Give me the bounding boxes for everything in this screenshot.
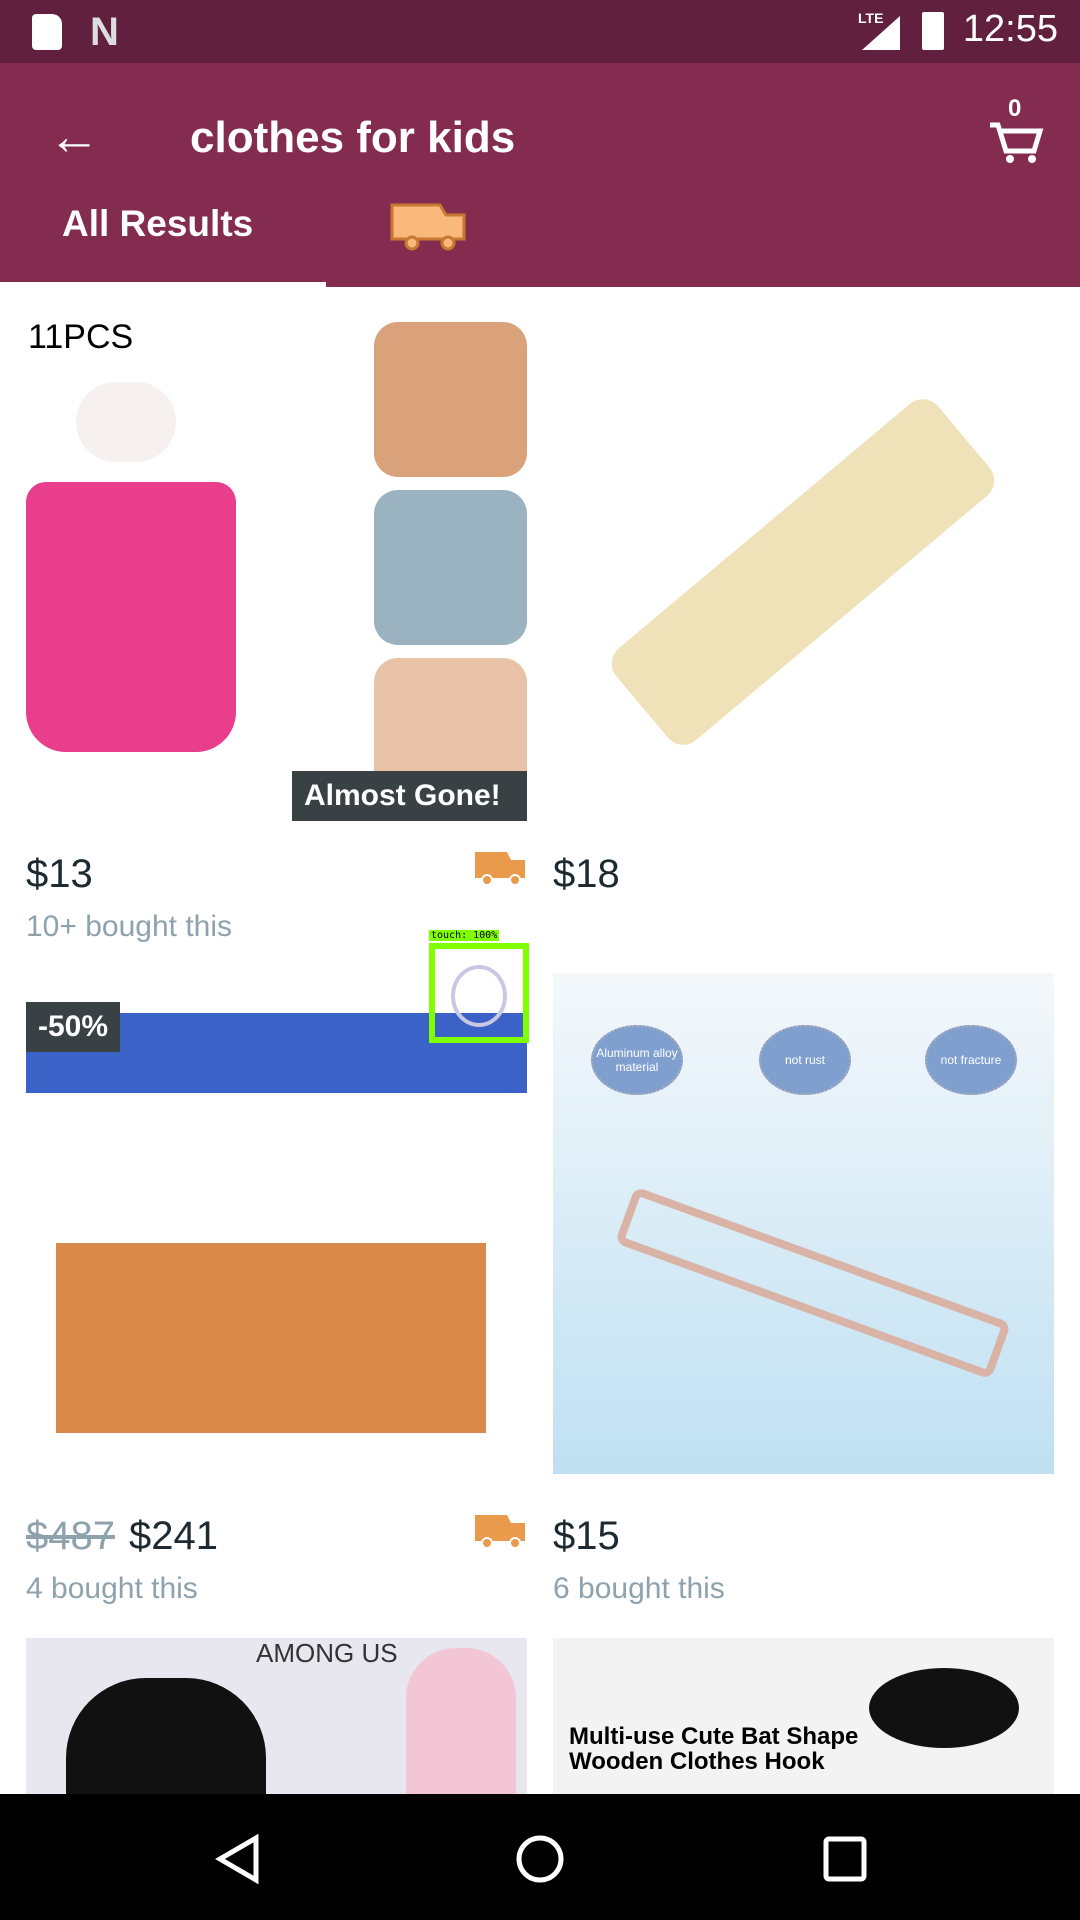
product-price: $18 (553, 852, 620, 896)
fast-shipping-truck-icon (475, 852, 525, 886)
product-image[interactable]: 11PCS (26, 312, 527, 813)
product-card[interactable]: $18 (553, 312, 1054, 952)
photo-thumb (374, 490, 527, 645)
hoodie-graphic (406, 1648, 516, 1794)
sd-card-icon (32, 14, 62, 50)
cart-count: 0 (1008, 95, 1022, 122)
bought-count: 4 bought this (26, 1572, 198, 1605)
app-header: ← clothes for kids 0 All Results (0, 63, 1080, 288)
navigation-bar (0, 1794, 1080, 1920)
bought-count: 6 bought this (553, 1572, 725, 1605)
nav-recents-button[interactable] (822, 1834, 868, 1889)
hoodie-graphic (66, 1678, 266, 1794)
feature-label: Aluminum alloy material (591, 1025, 683, 1095)
original-price: $487 (26, 1514, 115, 1558)
cart-button[interactable]: 0 (986, 95, 1046, 165)
nav-back-button[interactable] (214, 1833, 260, 1889)
fast-shipping-truck-icon (475, 1515, 525, 1549)
product-price: $13 (26, 852, 93, 896)
status-bar: N LTE 12:55 (0, 0, 1080, 63)
sandbox-graphic (56, 1243, 486, 1433)
product-card[interactable]: Multi-use Cute Bat Shape Wooden Clothes … (553, 1638, 1054, 1794)
hangers-graphic (614, 1186, 1012, 1380)
product-price: $15 (553, 1514, 620, 1558)
bought-count: 10+ bought this (26, 910, 233, 943)
n-icon: N (90, 10, 119, 54)
photo-thumb (374, 322, 527, 477)
touch-overlay-label: touch: 100% (429, 930, 500, 941)
product-image[interactable]: Multi-use Cute Bat Shape Wooden Clothes … (553, 1638, 1054, 1794)
image-text: 11PCS (28, 318, 134, 356)
almost-gone-badge: Almost Gone! (292, 771, 527, 821)
feature-label: not rust (759, 1025, 851, 1095)
product-card[interactable]: AMONG US (26, 1638, 527, 1794)
clock: 12:55 (962, 8, 1058, 50)
tab-fast-delivery[interactable] (390, 203, 470, 251)
signal-icon (862, 16, 900, 50)
image-text: AMONG US (256, 1638, 398, 1668)
discount-badge: -50% (26, 1002, 121, 1052)
product-card[interactable]: Aluminum alloy material not rust not fra… (553, 973, 1054, 1633)
product-card[interactable]: 11PCS Almost Gone! $13 10+ bought this (26, 312, 527, 952)
tab-all-results[interactable]: All Results (62, 203, 253, 245)
product-card[interactable]: -50% $487 $241 4 bought this (26, 973, 527, 1633)
apron-graphic (26, 482, 236, 752)
home-circle-icon (516, 1835, 564, 1883)
product-image[interactable] (553, 312, 1054, 813)
feature-label: not fracture (925, 1025, 1017, 1095)
hangers-graphic (603, 391, 1003, 753)
back-arrow-icon[interactable]: ← (48, 111, 100, 163)
chef-hat-graphic (76, 382, 176, 462)
image-text: Multi-use Cute Bat Shape Wooden Clothes … (569, 1723, 859, 1775)
product-price: $487 $241 (26, 1514, 218, 1559)
nav-home-button[interactable] (514, 1834, 566, 1889)
touch-indicator (429, 943, 529, 1043)
product-image[interactable]: AMONG US (26, 1638, 527, 1794)
fast-delivery-truck-icon (390, 203, 466, 251)
search-query-title[interactable]: clothes for kids (190, 113, 515, 163)
bat-graphic (869, 1668, 1019, 1748)
product-image[interactable]: Aluminum alloy material not rust not fra… (553, 973, 1054, 1474)
back-triangle-icon (215, 1833, 259, 1885)
sale-price: $241 (128, 1514, 218, 1558)
battery-icon (922, 12, 944, 50)
recents-square-icon (823, 1836, 867, 1882)
active-tab-indicator (0, 282, 326, 288)
